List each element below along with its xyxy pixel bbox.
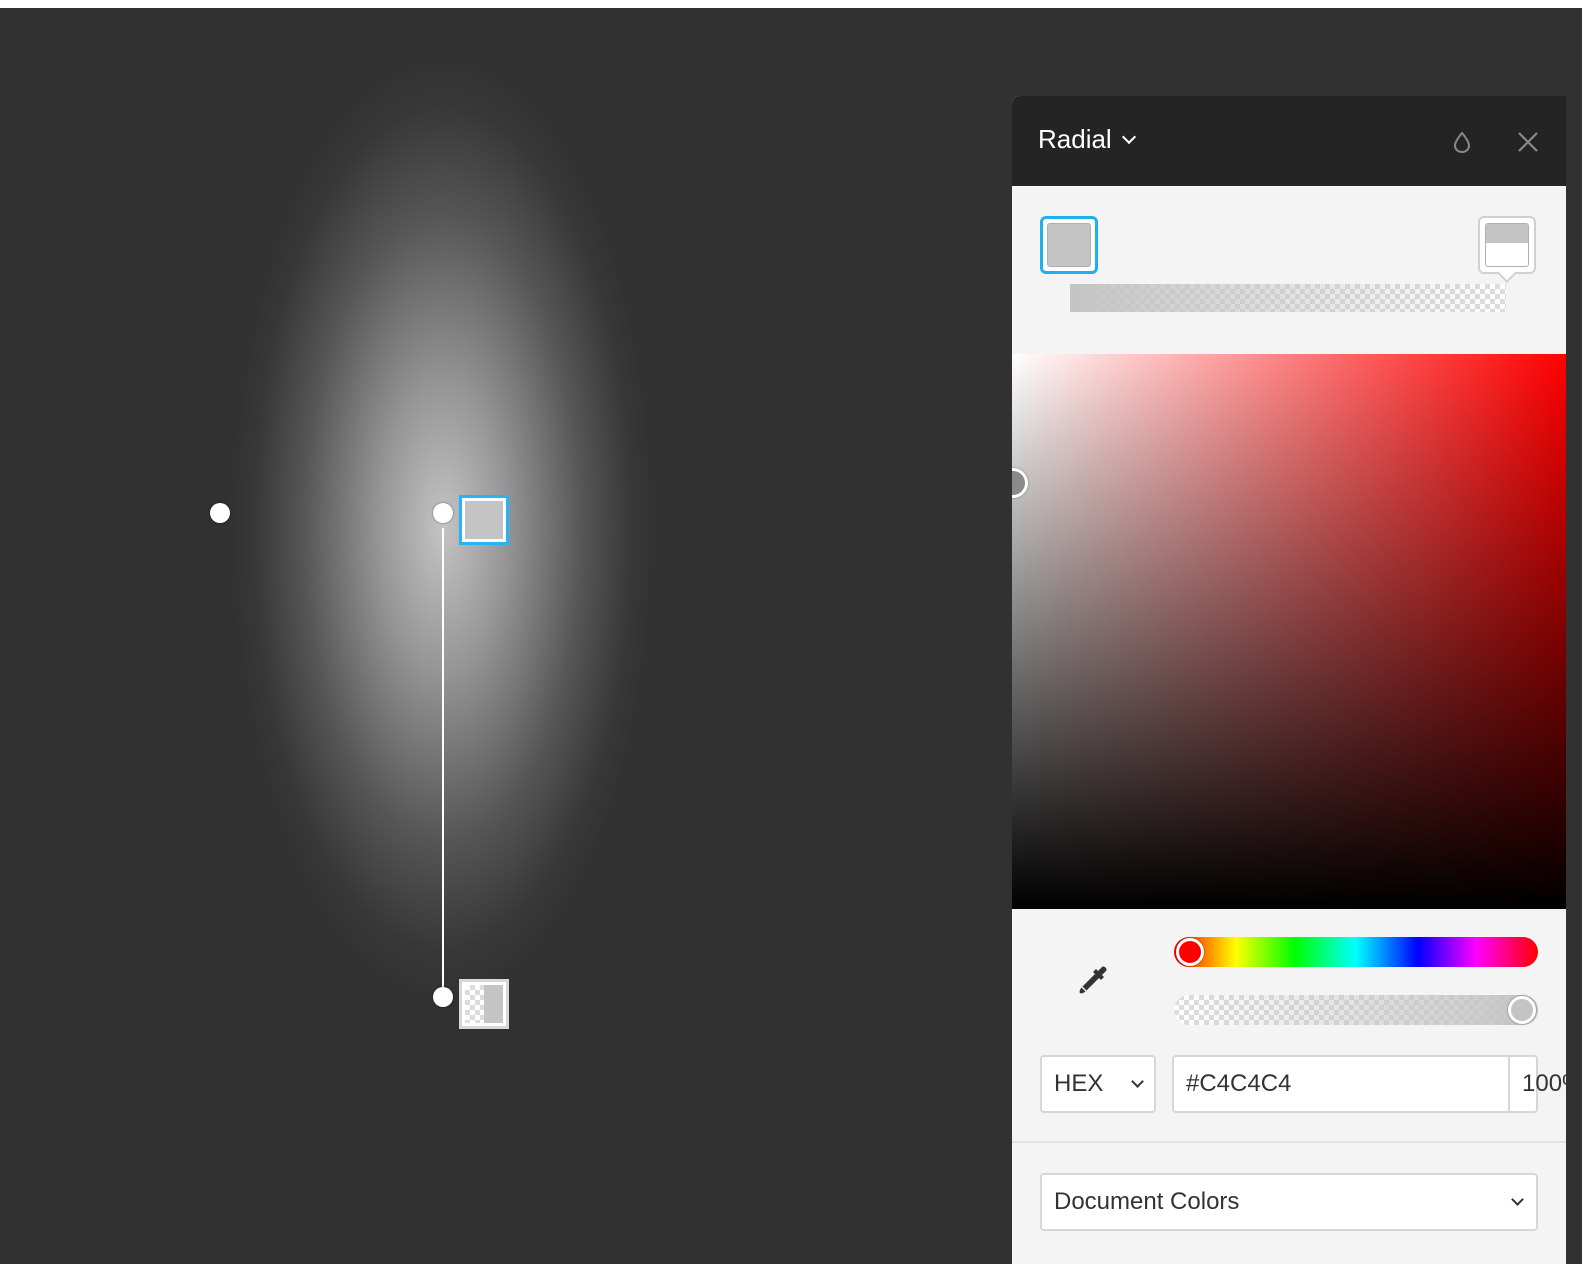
divider	[1012, 1141, 1566, 1143]
canvas-stop-end[interactable]	[459, 979, 509, 1029]
eyedropper-icon[interactable]	[1072, 961, 1112, 1001]
stop-end-fill	[465, 985, 503, 1023]
panel-header: Radial	[1012, 96, 1566, 186]
sv-dark-overlay	[1012, 354, 1566, 909]
hex-input[interactable]	[1174, 1057, 1510, 1111]
radius-handle-vertical[interactable]	[433, 987, 453, 1007]
hue-slider[interactable]	[1174, 937, 1538, 967]
opacity-slider-thumb[interactable]	[1508, 996, 1536, 1024]
chevron-down-icon	[1511, 1193, 1524, 1206]
color-format-dropdown[interactable]: HEX	[1040, 1055, 1156, 1113]
opacity-input[interactable]	[1510, 1057, 1566, 1111]
color-picker-panel: Radial HEX #C4C4C4 100% Document Colors	[1012, 96, 1566, 1264]
swatches-dropdown[interactable]: Document Colors	[1040, 1173, 1538, 1231]
gradient-type-dropdown[interactable]: Radial	[1038, 124, 1136, 155]
gradient-handle-line	[442, 528, 444, 1006]
gradient-stop-start[interactable]	[1040, 216, 1098, 281]
opacity-slider[interactable]	[1174, 995, 1538, 1025]
swatches-label: Document Colors	[1054, 1188, 1240, 1215]
canvas-stop-start[interactable]	[459, 495, 509, 545]
stop-start-fill	[465, 501, 503, 539]
stop-end-color-solid	[1486, 224, 1528, 243]
close-icon[interactable]	[1516, 130, 1540, 154]
droplet-icon[interactable]	[1452, 130, 1472, 154]
color-format-label: HEX	[1054, 1070, 1104, 1097]
gradient-stops-area	[1012, 186, 1566, 354]
opacity-track	[1174, 995, 1538, 1025]
chevron-down-icon	[1131, 1075, 1144, 1088]
opacity-track-fill	[1174, 995, 1538, 1025]
hex-input-group	[1172, 1055, 1566, 1113]
gradient-center-handle[interactable]	[433, 503, 453, 523]
gradient-stop-end[interactable]	[1478, 216, 1536, 283]
chevron-down-icon	[1121, 129, 1136, 144]
saturation-value-picker[interactable]	[1012, 354, 1566, 909]
color-controls: HEX Document Colors	[1012, 909, 1566, 1264]
gradient-bar[interactable]	[1070, 284, 1506, 312]
radius-handle-horizontal[interactable]	[210, 503, 230, 523]
stop-start-color	[1047, 223, 1091, 267]
gradient-bar-fill	[1070, 284, 1506, 312]
stop-end-color	[1485, 223, 1529, 267]
hue-slider-thumb[interactable]	[1176, 938, 1204, 966]
stop-end-solid	[484, 985, 503, 1023]
gradient-type-label: Radial	[1038, 124, 1112, 154]
